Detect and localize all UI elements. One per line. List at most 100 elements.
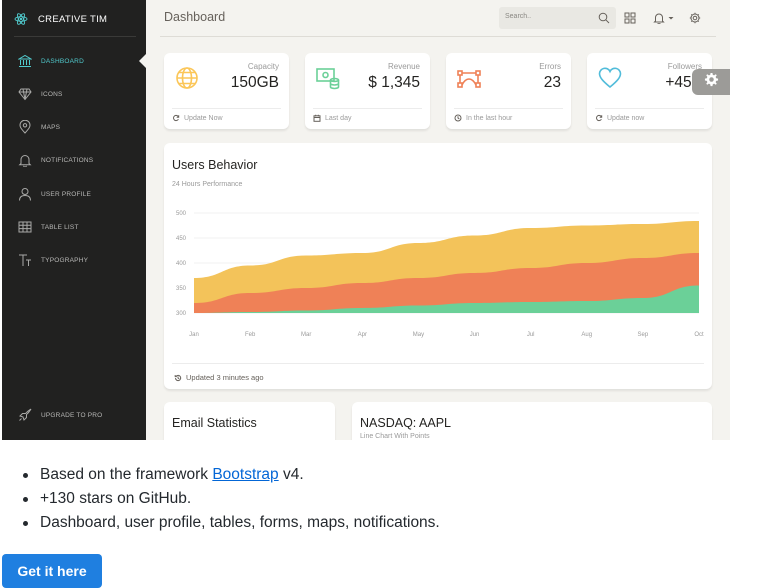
sidebar-item-table-list[interactable]: TABLE LIST [18, 219, 79, 235]
topbar: Dashboard Search.. [146, 0, 730, 37]
stat-card-capacity: Capacity 150GB Update Now [164, 53, 289, 129]
feature-text: Dashboard, user profile, tables, forms, … [40, 514, 440, 531]
stat-footer-text: Last day [325, 114, 352, 122]
sidebar-item-user-profile[interactable]: USER PROFILE [18, 186, 91, 202]
sidebar-item-icons[interactable]: ICONS [18, 86, 63, 102]
typography-icon [18, 253, 32, 267]
bootstrap-link[interactable]: Bootstrap [212, 466, 278, 483]
divider [172, 108, 281, 109]
feature-list: Based on the framework Bootstrap v4. +13… [22, 466, 440, 538]
divider [14, 36, 136, 37]
card-title: NASDAQ: AAPL [360, 416, 452, 430]
stat-card-revenue: Revenue $ 1,345 Last day [305, 53, 430, 129]
chart-footer-text: Updated 3 minutes ago [186, 373, 264, 382]
stat-value: 150GB [230, 74, 279, 91]
stat-card-errors: Errors 23 In the last hour [446, 53, 571, 129]
x-tick-label: Jan [189, 332, 199, 338]
y-tick-label: 450 [176, 236, 187, 242]
get-it-here-button[interactable]: Get it here [2, 554, 102, 588]
card-subtitle: Line Chart With Points [360, 433, 430, 440]
sidebar-item-label: NOTIFICATIONS [41, 156, 94, 164]
page-title: Dashboard [164, 10, 226, 24]
dashboard-screenshot: CREATIVE TIM DASHBOARD ICONS MAPS NOTIFI… [2, 0, 730, 440]
y-tick-label: 500 [176, 211, 187, 217]
react-logo-icon [14, 12, 28, 26]
list-item: Dashboard, user profile, tables, forms, … [22, 514, 440, 538]
chart-footer: Updated 3 minutes ago [174, 373, 264, 382]
sidebar-item-label: TYPOGRAPHY [41, 256, 89, 264]
stat-footer[interactable]: Last day [313, 114, 351, 122]
money-icon [315, 65, 341, 91]
email-statistics-card: Email Statistics [164, 402, 335, 440]
divider [595, 108, 704, 109]
x-tick-label: Feb [245, 332, 256, 338]
y-tick-label: 350 [176, 286, 187, 292]
table-icon [18, 220, 32, 234]
sidebar-item-upgrade[interactable]: UPGRADE TO PRO [18, 407, 102, 423]
gear-icon[interactable] [688, 11, 702, 25]
stat-label: Capacity [247, 62, 279, 71]
calendar-icon [313, 114, 321, 122]
pin-icon [18, 120, 32, 134]
x-tick-label: Aug [581, 332, 592, 338]
x-tick-label: Jun [470, 332, 480, 338]
divider [160, 36, 716, 37]
brand-name: CREATIVE TIM [38, 13, 108, 25]
stat-footer-text: In the last hour [466, 114, 513, 122]
search-input[interactable]: Search.. [499, 7, 616, 29]
feature-text: v4. [278, 466, 304, 483]
sidebar-item-maps[interactable]: MAPS [18, 119, 60, 135]
globe-icon [174, 65, 200, 91]
active-indicator [139, 54, 146, 68]
divider [313, 108, 422, 109]
x-tick-label: Mar [301, 332, 311, 338]
brand[interactable]: CREATIVE TIM [14, 10, 107, 28]
stat-footer-text: Update Now [184, 114, 223, 122]
stat-label: Revenue [387, 62, 420, 71]
x-tick-label: Jul [527, 332, 535, 338]
refresh-icon [173, 114, 180, 122]
y-tick-label: 400 [176, 261, 187, 267]
vector-icon [456, 65, 482, 91]
bank-icon [18, 54, 32, 68]
stat-label: Errors [539, 62, 561, 71]
feature-text: Based on the framework [40, 466, 213, 483]
gear-icon [704, 72, 719, 92]
area-chart: 300 350 400 450 500 Jan Feb Mar Apr May Jun Jul Aug S… [176, 211, 704, 338]
dashboard-grid-icon[interactable] [623, 11, 637, 25]
divider [172, 363, 704, 364]
stat-footer[interactable]: Update now [595, 114, 644, 122]
sidebar-item-label: UPGRADE TO PRO [41, 411, 103, 419]
card-title: Email Statistics [172, 416, 257, 430]
history-icon [174, 374, 182, 381]
search-placeholder: Search.. [505, 13, 532, 20]
refresh-icon [596, 114, 603, 122]
sidebar-item-dashboard[interactable]: DASHBOARD [18, 53, 84, 69]
search-icon[interactable] [597, 11, 611, 25]
rocket-icon [18, 408, 32, 422]
users-behavior-card: Users Behavior 24 Hours Performance 300 3… [164, 143, 712, 389]
sidebar-item-notifications[interactable]: NOTIFICATIONS [18, 152, 93, 168]
x-tick-label: Sep [638, 332, 649, 338]
bell-icon [18, 153, 32, 167]
list-item: +130 stars on GitHub. [22, 490, 440, 514]
x-tick-label: Apr [358, 332, 367, 338]
sidebar: CREATIVE TIM DASHBOARD ICONS MAPS NOTIFI… [2, 0, 146, 440]
y-tick-label: 300 [176, 311, 187, 317]
stat-value: $ 1,345 [368, 74, 420, 91]
x-tick-label: May [413, 332, 424, 338]
sidebar-item-typography[interactable]: TYPOGRAPHY [18, 252, 88, 268]
feature-text: +130 stars on GitHub. [40, 490, 192, 507]
settings-fab[interactable] [692, 69, 730, 95]
sidebar-item-label: ICONS [41, 90, 63, 98]
list-item: Based on the framework Bootstrap v4. [22, 466, 440, 490]
diamond-icon [18, 87, 32, 101]
sidebar-item-label: USER PROFILE [41, 190, 92, 198]
clock-icon [454, 114, 462, 122]
user-icon [18, 187, 32, 201]
caret-down-icon[interactable] [664, 11, 678, 25]
sidebar-item-label: DASHBOARD [41, 57, 84, 65]
stat-footer-text: Update now [607, 114, 645, 122]
stat-footer[interactable]: Update Now [172, 114, 223, 122]
stat-footer[interactable]: In the last hour [454, 114, 512, 122]
